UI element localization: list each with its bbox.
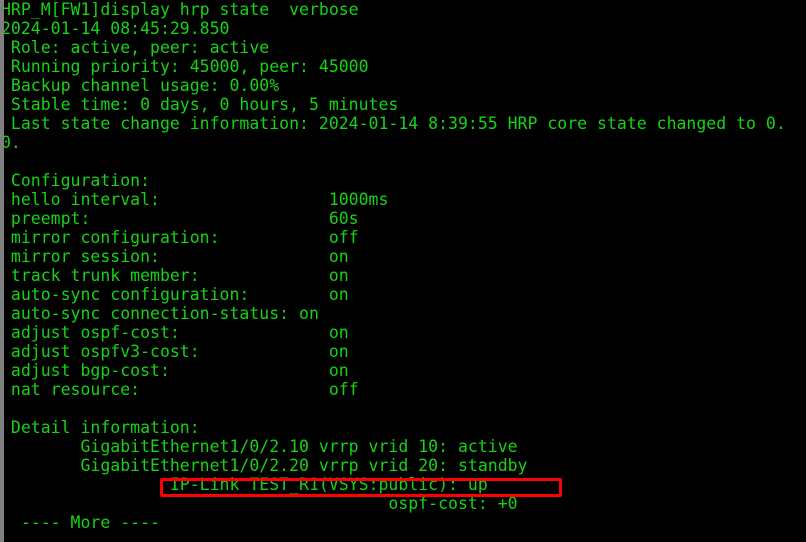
window-left-gutter [0,0,4,542]
terminal-line-preempt: preempt: 60s [1,209,359,228]
terminal-line-stable-time: Stable time: 0 days, 0 hours, 5 minutes [1,95,399,114]
terminal-line-autosync-config: auto-sync configuration: on [1,285,349,304]
terminal-line-detail-header: Detail information: [1,418,200,437]
terminal-line-blank-2 [0,399,806,418]
terminal-line-hello-interval: hello interval: 1000ms [1,190,389,209]
terminal-window: HRP_M[FW1]display hrp state verbose 2024… [0,0,806,542]
terminal-line-role: Role: active, peer: active [1,38,270,57]
terminal-line-autosync-status: auto-sync connection-status: on [1,304,319,323]
terminal-line-prompt: HRP_M[FW1]display hrp state verbose [1,0,359,19]
terminal-line-mirror-config: mirror configuration: off [1,228,359,247]
terminal-line-backup-usage: Backup channel usage: 0.00% [1,76,280,95]
terminal-line-last-change: Last state change information: 2024-01-1… [1,114,786,133]
terminal-line-last-change-wrap: 0. [1,133,21,152]
terminal-output[interactable]: HRP_M[FW1]display hrp state verbose 2024… [0,0,806,542]
terminal-line-mirror-session: mirror session: on [1,247,349,266]
terminal-line-nat-resource: nat resource: off [1,380,359,399]
terminal-line-track-trunk: track trunk member: on [1,266,349,285]
terminal-line-ospf-cost: ospf-cost: +0 [1,494,518,513]
terminal-line-config-header: Configuration: [1,171,151,190]
terminal-line-adjust-bgp: adjust bgp-cost: on [1,361,349,380]
terminal-line-vrrp-vrid-20: GigabitEthernet1/0/2.20 vrrp vrid 20: st… [1,456,528,475]
terminal-line-blank-1 [0,152,806,171]
terminal-line-adjust-ospf: adjust ospf-cost: on [1,323,349,342]
terminal-more-prompt[interactable]: ---- More ---- [0,513,806,532]
terminal-line-ip-link: IP-Link TEST_R1(VSYS:public): up [1,475,488,494]
terminal-line-priority: Running priority: 45000, peer: 45000 [1,57,369,76]
terminal-line-timestamp: 2024-01-14 08:45:29.850 [1,19,230,38]
terminal-line-adjust-ospfv3: adjust ospfv3-cost: on [1,342,349,361]
terminal-line-vrrp-vrid-10: GigabitEthernet1/0/2.10 vrrp vrid 10: ac… [1,437,518,456]
